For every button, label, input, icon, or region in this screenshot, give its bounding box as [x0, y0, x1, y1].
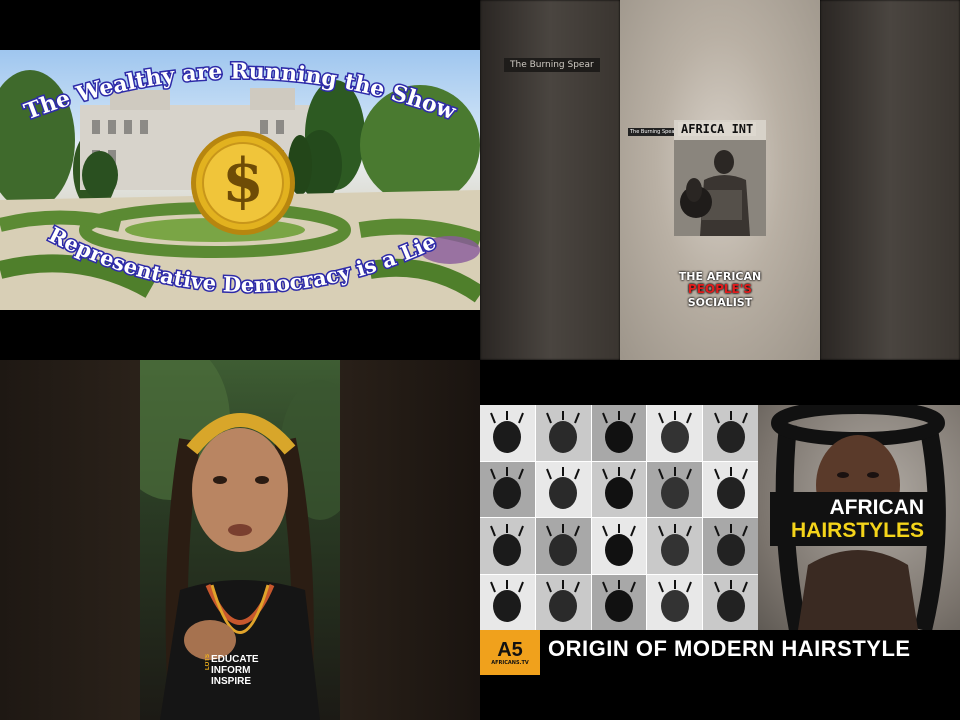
hairstyle-photo — [591, 461, 647, 517]
hairstyle-photo — [480, 405, 535, 461]
speaker-photo — [674, 120, 766, 236]
educate-inform-inspire-logo: LOTS EDUCATE INFORM INSPIRE — [205, 654, 259, 687]
channel-tag: The Burning Spear — [504, 58, 600, 72]
video-thumbnail-burning-spear[interactable]: The Burning Spear The Burning Spear AFRI… — [480, 0, 960, 360]
hairstyle-photo — [591, 574, 647, 630]
hairstyle-photo — [647, 518, 703, 574]
hairstyle-photo — [703, 461, 758, 517]
hairstyle-photo — [480, 574, 535, 630]
caption-line-2: PEOPLE'S — [687, 282, 753, 296]
hairstyle-photo — [535, 574, 591, 630]
hairstyle-photo — [647, 574, 703, 630]
logo-line-3: INSPIRE — [211, 676, 252, 687]
bottom-title: ORIGIN OF MODERN HAIRSTYLE — [548, 636, 911, 661]
hairstyle-photo — [647, 461, 703, 517]
video-thumbnail-african-hairstyles[interactable]: AFRICAN HAIRSTYLES A5 AFRICANS.TV ORIGIN… — [480, 360, 960, 720]
hairstyle-photo — [591, 518, 647, 574]
photo-sign-text: AFRICA INT — [678, 122, 757, 136]
hairstyles-frame: AFRICAN HAIRSTYLES A5 AFRICANS.TV ORIGIN… — [480, 405, 960, 675]
hairstyle-photo — [703, 574, 758, 630]
hairstyle-photo — [535, 518, 591, 574]
palace-garden-image: $ The Wealthy are Running the Show Repre… — [0, 50, 480, 310]
video-thumbnail-interview-woman[interactable]: LOTS EDUCATE INFORM INSPIRE — [0, 360, 480, 720]
svg-text:Representative Democracy is a: Representative Democracy is a Lie — [45, 222, 440, 298]
blurred-side-right — [820, 0, 960, 360]
africans-tv-logo: A5 AFRICANS.TV — [480, 630, 540, 675]
logo-line-2: INFORM — [211, 665, 251, 676]
title-arc-text: The Wealthy are Running the Show Represe… — [19, 57, 461, 299]
hairstyle-photo — [535, 461, 591, 517]
logo-mark: A5 — [497, 638, 523, 661]
title-top: The Wealthy are Running the Show — [21, 58, 460, 125]
channel-tag-small: The Burning Spear — [628, 128, 679, 136]
blurred-side-left — [480, 0, 620, 360]
video-caption: THE AFRICAN PEOPLE'S SOCIALIST — [652, 270, 788, 309]
archival-photo: AFRICA INT — [674, 120, 766, 236]
badge-line-2: HAIRSTYLES — [790, 519, 924, 542]
african-hairstyles-badge: AFRICAN HAIRSTYLES — [770, 492, 930, 546]
badge-line-1: AFRICAN — [829, 496, 925, 519]
hairstyle-photo — [480, 461, 535, 517]
hairstyle-photo — [591, 405, 647, 461]
svg-text:The Wealthy are Running the Sh: The Wealthy are Running the Show — [21, 58, 460, 125]
hairstyle-photo — [703, 518, 758, 574]
caption-line-3: SOCIALIST — [687, 296, 753, 309]
hairstyle-photo — [703, 405, 758, 461]
logo-side-text: LOTS — [205, 654, 211, 670]
hairstyle-photo — [535, 405, 591, 461]
logo-text: AFRICANS.TV — [491, 659, 529, 666]
hairstyle-photo-grid — [480, 405, 758, 630]
title-bottom: Representative Democracy is a Lie — [45, 222, 440, 298]
video-thumbnail-wealthy-democracy[interactable]: $ The Wealthy are Running the Show Repre… — [0, 0, 480, 360]
hairstyle-photo — [480, 518, 535, 574]
hairstyle-photo — [647, 405, 703, 461]
logo-line-1: EDUCATE — [211, 654, 259, 665]
